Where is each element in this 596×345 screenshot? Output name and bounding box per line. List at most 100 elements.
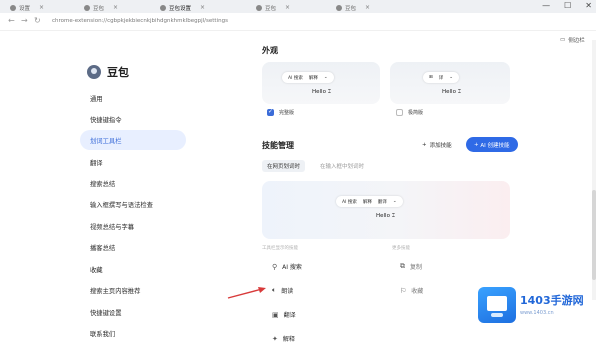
brand-name: 豆包 [107, 66, 129, 79]
skills-title: 技能管理 [262, 141, 294, 150]
sidebar-item-input-writing[interactable]: 输入框撰写与语法检查 [80, 194, 186, 214]
skill-ai-search[interactable]: ⚲ AI 搜索 [272, 262, 302, 272]
ai-search-chip: AI 搜索 [288, 75, 303, 81]
skill-read-aloud[interactable]: 🔈︎ 朗读 [272, 286, 293, 295]
toolbar-preview-minimal: ⊞ 译 ⌄ [423, 72, 460, 83]
tab-doubao-3[interactable]: 豆包 × [336, 2, 370, 13]
tab-label: 豆包 [265, 5, 277, 12]
watermark-title: 1403手游网 [520, 294, 584, 307]
skill-subtabs: 在网页划词时 在输入框中划词时 [262, 160, 369, 172]
hello-preview: Hello ⌶ [376, 213, 396, 219]
doubao-icon [84, 4, 90, 11]
tab-settings[interactable]: 设置 × [10, 2, 44, 13]
sidebar-toggle-button[interactable]: ▭ 侧边栏 [560, 36, 585, 44]
skill-label: 收藏 [411, 288, 424, 295]
minimize-icon[interactable]: — [542, 1, 550, 10]
bookmark-icon: ⚐ [400, 286, 407, 295]
subtab-input[interactable]: 在输入框中划词时 [315, 160, 369, 172]
checkbox-unchecked-icon[interactable] [396, 109, 403, 116]
ai-search-chip: AI 搜索 [342, 199, 357, 205]
ai-create-skill-button[interactable]: + AI 创建技能 [466, 137, 518, 152]
skill-bookmark[interactable]: ⚐ 收藏 [400, 286, 424, 296]
chevron-down-icon: ⌄ [392, 199, 397, 204]
skill-translate[interactable]: ▣ 翻译 [272, 310, 296, 320]
url-field[interactable]: chrome-extension://cgbpkjekbiecnkjbihdgn… [52, 18, 228, 24]
tab-doubao[interactable]: 豆包 × [84, 2, 118, 13]
add-skill-label: 添加技能 [429, 143, 452, 149]
close-tab-icon[interactable]: × [285, 4, 290, 11]
toolbar-preview: AI 搜索 解释 ⌄ [282, 72, 334, 83]
appearance-minimal-label: 极简版 [408, 110, 424, 116]
tab-label: 豆包 [93, 5, 105, 12]
sidebar-item-label: 联系我们 [90, 330, 116, 338]
grid-icon: ⊞ [429, 75, 433, 80]
sidebar-item-selection-toolbar[interactable]: 划词工具栏 [80, 130, 186, 150]
sidebar-toggle-label: 侧边栏 [568, 38, 585, 44]
close-tab-icon[interactable]: × [200, 4, 205, 11]
checkbox-checked-icon[interactable] [267, 108, 274, 116]
tab-doubao-settings[interactable]: 豆包设置 × [160, 2, 205, 13]
hello-preview: Hello ⌶ [442, 89, 462, 95]
plus-icon: + [422, 142, 427, 148]
appearance-option-minimal[interactable]: ⊞ 译 ⌄ Hello ⌶ [390, 62, 510, 104]
scrollbar-track[interactable] [592, 40, 596, 300]
skill-copy[interactable]: ⧉ 复制 [400, 262, 422, 271]
sidebar-item-label: 划词工具栏 [90, 137, 122, 145]
back-icon[interactable]: ← [8, 16, 15, 25]
translate-chip: 翻译 [377, 199, 387, 205]
watermark-url: www.1403.cn [520, 310, 554, 316]
skill-label: AI 搜索 [282, 264, 302, 271]
skill-label: 朗读 [281, 288, 294, 295]
sidebar-item-search-summary[interactable]: 搜索总结 [80, 173, 186, 193]
appearance-full-radio[interactable]: 完整版 [267, 108, 295, 116]
doubao-icon [336, 4, 342, 11]
watermark-logo-icon [478, 287, 516, 323]
close-tab-icon[interactable]: × [113, 4, 118, 11]
watermark: 1403手游网 www.1403.cn [478, 287, 596, 327]
sidebar-item-shortcut-commands[interactable]: 快捷键指令 [80, 109, 186, 129]
copy-icon: ⧉ [400, 262, 405, 270]
sidebar-item-favorites[interactable]: 收藏 [80, 259, 186, 279]
sidebar-item-translate[interactable]: 翻译 [80, 152, 186, 172]
sidebar-item-label: 搜索总结 [90, 180, 116, 188]
skill-explain[interactable]: ✦ 解释 [272, 334, 295, 344]
chevron-down-icon: ⌄ [449, 75, 454, 80]
close-window-icon[interactable]: ✕ [585, 1, 592, 10]
sidebar-item-label: 输入框撰写与语法检查 [90, 201, 153, 209]
sidebar-item-general[interactable]: 通用 [80, 88, 186, 108]
hello-text: Hello [442, 89, 456, 95]
sidebar-icon: ▭ [560, 37, 566, 43]
doubao-icon [256, 4, 262, 11]
sidebar-item-search-home[interactable]: 搜索主页内容推荐 [80, 280, 186, 300]
brand: 豆包 [87, 64, 129, 80]
address-bar: ← → ↻ chrome-extension://cgbpkjekbiecnkj… [0, 13, 596, 31]
appearance-option-full[interactable]: AI 搜索 解释 ⌄ Hello ⌶ [262, 62, 380, 104]
sidebar-item-label: 播客总结 [90, 244, 116, 252]
left-column-header: 工具栏显示的技能 [262, 246, 298, 251]
sidebar-item-contact[interactable]: 联系我们 [80, 323, 186, 343]
sidebar-item-podcast-summary[interactable]: 播客总结 [80, 237, 186, 257]
tab-label: 豆包设置 [169, 5, 192, 12]
subtab-webpage[interactable]: 在网页划词时 [262, 160, 306, 172]
tab-label: 豆包 [345, 5, 357, 12]
right-column-header: 更多技能 [392, 246, 410, 251]
explain-icon: ✦ [272, 334, 278, 343]
sidebar-item-video-summary[interactable]: 视频总结与字幕 [80, 216, 186, 236]
sidebar-item-label: 快捷键设置 [90, 309, 122, 317]
forward-icon[interactable]: → [21, 16, 28, 25]
scrollbar-thumb[interactable] [592, 190, 596, 280]
add-skill-button[interactable]: + 添加技能 [422, 141, 452, 149]
hello-preview: Hello ⌶ [312, 89, 332, 95]
appearance-full-label: 完整版 [279, 110, 295, 116]
reload-icon[interactable]: ↻ [34, 16, 41, 25]
doubao-icon [160, 4, 166, 11]
maximize-icon[interactable]: ☐ [564, 1, 571, 10]
tab-doubao-2[interactable]: 豆包 × [256, 2, 290, 13]
appearance-minimal-radio[interactable]: 极简版 [396, 109, 423, 116]
explain-chip: 解释 [362, 199, 372, 205]
sidebar-item-shortcut-settings[interactable]: 快捷键设置 [80, 302, 186, 322]
sidebar-item-label: 通用 [90, 95, 103, 103]
sidebar-item-label: 搜索主页内容推荐 [90, 287, 141, 295]
close-tab-icon[interactable]: × [365, 4, 370, 11]
close-tab-icon[interactable]: × [39, 4, 44, 11]
